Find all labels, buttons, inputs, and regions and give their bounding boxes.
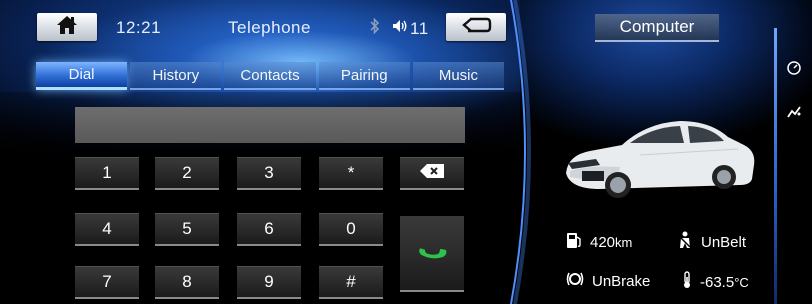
dial-number-field[interactable] bbox=[75, 107, 465, 143]
range-value: 420 bbox=[590, 233, 616, 251]
range-unit: km bbox=[615, 234, 633, 250]
seatbelt-icon bbox=[677, 231, 693, 253]
back-button[interactable] bbox=[446, 13, 506, 41]
volume-level: 11 bbox=[410, 18, 429, 38]
key-8[interactable]: 8 bbox=[155, 266, 219, 299]
key-0[interactable]: 0 bbox=[319, 213, 383, 246]
key-5[interactable]: 5 bbox=[155, 213, 219, 246]
key-hash[interactable]: # bbox=[319, 266, 383, 299]
clock: 12:21 bbox=[116, 18, 162, 37]
tab-contacts[interactable]: Contacts bbox=[224, 62, 316, 90]
speedometer-icon[interactable] bbox=[786, 60, 802, 81]
back-arrow-icon bbox=[460, 16, 492, 39]
key-4[interactable]: 4 bbox=[75, 213, 139, 246]
tab-history[interactable]: History bbox=[130, 62, 222, 90]
temperature-value: -63.5 bbox=[700, 273, 735, 291]
side-scrollbar bbox=[774, 28, 777, 304]
key-3[interactable]: 3 bbox=[237, 157, 301, 190]
brake-status-text: UnBrake bbox=[592, 272, 651, 290]
fuel-range: 420km bbox=[566, 231, 632, 253]
key-7[interactable]: 7 bbox=[75, 266, 139, 299]
tab-pairing[interactable]: Pairing bbox=[318, 62, 410, 90]
computer-panel: Computer 420km UnBelt UnBrake -63.5°C bbox=[520, 0, 812, 304]
tab-bar: Dial History Contacts Pairing Music bbox=[36, 62, 505, 90]
backspace-icon bbox=[420, 163, 444, 183]
call-button[interactable] bbox=[400, 216, 464, 292]
car-image bbox=[566, 121, 755, 198]
tab-dial[interactable]: Dial bbox=[36, 62, 128, 90]
page-title: Telephone bbox=[228, 18, 311, 37]
key-6[interactable]: 6 bbox=[237, 213, 301, 246]
telephone-panel: 12:21 Telephone 11 Dial History Contacts… bbox=[0, 0, 520, 304]
panel-divider bbox=[510, 0, 531, 304]
trip-icon[interactable] bbox=[786, 104, 802, 125]
brake-status: UnBrake bbox=[566, 271, 650, 291]
key-1[interactable]: 1 bbox=[75, 157, 139, 190]
delete-button[interactable] bbox=[400, 157, 464, 190]
brake-icon bbox=[566, 271, 584, 291]
home-icon bbox=[56, 15, 78, 40]
computer-title: Computer bbox=[595, 14, 719, 42]
seatbelt-status: UnBelt bbox=[677, 231, 746, 253]
temperature-reading: -63.5°C bbox=[682, 271, 749, 293]
tab-music[interactable]: Music bbox=[412, 62, 505, 90]
key-2[interactable]: 2 bbox=[155, 157, 219, 190]
thermometer-icon bbox=[682, 271, 692, 293]
volume-indicator[interactable]: 11 bbox=[392, 18, 429, 39]
key-star[interactable]: * bbox=[319, 157, 383, 190]
fuel-pump-icon bbox=[566, 231, 582, 253]
phone-icon bbox=[417, 236, 447, 271]
belt-status-text: UnBelt bbox=[701, 233, 747, 251]
key-9[interactable]: 9 bbox=[237, 266, 301, 299]
bluetooth-icon bbox=[370, 17, 380, 39]
speaker-icon bbox=[392, 18, 408, 39]
home-button[interactable] bbox=[37, 13, 97, 41]
temperature-unit: °C bbox=[734, 274, 749, 290]
